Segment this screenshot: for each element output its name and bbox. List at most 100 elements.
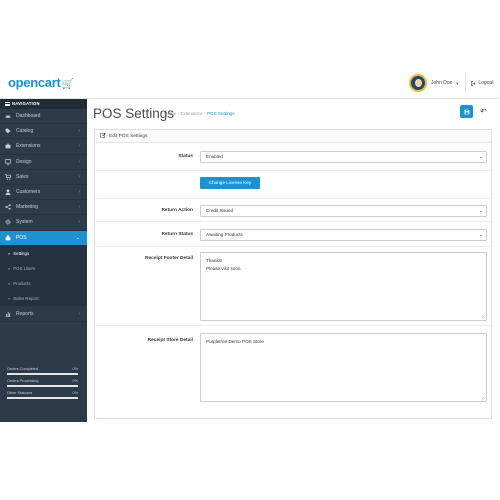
sidebar-item-label: System xyxy=(16,219,33,226)
page-title: POS Settings xyxy=(93,106,175,121)
submenu-label: Sales Report xyxy=(13,296,39,302)
monitor-icon xyxy=(5,158,11,165)
status-label: Status xyxy=(178,154,193,159)
page-actions: ↶ xyxy=(460,105,490,118)
breadcrumb-home[interactable]: Home xyxy=(164,111,176,116)
puzzle-icon xyxy=(5,143,11,149)
user-icon xyxy=(5,189,11,196)
save-icon xyxy=(464,109,469,114)
top-header: opencart🛒 John Doe ▼ Logout xyxy=(0,66,500,99)
caret-down-icon[interactable]: ▼ xyxy=(455,81,459,86)
resize-grip-icon[interactable] xyxy=(480,395,485,400)
stat-progress-bar xyxy=(7,397,78,399)
sidebar-item-label: Marketing xyxy=(16,204,38,211)
breadcrumb-extensions[interactable]: Extensions xyxy=(180,111,202,116)
stat-value: 0% xyxy=(72,391,79,395)
header-divider xyxy=(465,73,467,93)
bars-icon xyxy=(5,101,10,107)
return-status-value: Awaiting Products xyxy=(206,232,243,237)
sidebar-item-pos[interactable]: POS ⌄ xyxy=(0,230,87,246)
sidebar-item-design[interactable]: Design › xyxy=(0,155,87,170)
sidebar-item-reports[interactable]: Reports › xyxy=(0,306,87,322)
chevron-right-icon: › xyxy=(78,173,80,180)
receipt-footer-label: Receipt Footer Detail xyxy=(145,256,193,261)
tag-icon xyxy=(5,128,11,134)
return-action-label: Return Action xyxy=(161,208,193,213)
opencart-logo[interactable]: opencart🛒 xyxy=(8,75,74,90)
chevron-right-icon: › xyxy=(78,189,80,196)
bullet-icon: » xyxy=(8,250,11,256)
textarea-line: Purpletree Demo POS Store xyxy=(206,339,264,344)
chevron-down-icon: ⌄ xyxy=(478,154,483,160)
back-button[interactable]: ↶ xyxy=(477,105,490,118)
submenu-item-pos-users[interactable]: » POS Users xyxy=(0,261,87,276)
settings-panel: Edit POS Settings Status Enabled ⌄ Chang… xyxy=(94,129,492,419)
chevron-right-icon: › xyxy=(78,204,80,211)
app-window: opencart🛒 John Doe ▼ Logout NAVIGATION D… xyxy=(0,66,500,422)
receipt-store-textarea[interactable]: Purpletree Demo POS Store xyxy=(200,333,487,402)
sidebar-item-label: Catalog xyxy=(16,128,34,135)
form-row-return-action: Return Action Credit Issued ⌄ xyxy=(95,199,491,222)
signout-icon xyxy=(471,80,476,86)
submenu-item-settings[interactable]: » Settings xyxy=(0,246,87,261)
resize-grip-icon[interactable] xyxy=(480,314,485,319)
change-license-key-button[interactable]: Change License Key xyxy=(200,177,260,189)
status-select[interactable]: Enabled ⌄ xyxy=(200,151,487,163)
pos-submenu: » Settings » POS Users » Products » Sale… xyxy=(0,245,87,307)
chevron-down-icon: ⌄ xyxy=(478,232,483,238)
textarea-line: Please visit soon. xyxy=(206,266,242,271)
form-row-status: Status Enabled ⌄ xyxy=(95,143,491,171)
user-area: John Doe ▼ Logout xyxy=(409,73,494,93)
chevron-right-icon: › xyxy=(78,158,80,165)
status-select-value: Enabled xyxy=(206,154,223,159)
submenu-item-sales-report[interactable]: » Sales Report xyxy=(0,291,87,306)
receipt-footer-textarea[interactable]: Thanks! Please visit soon. xyxy=(200,252,487,321)
form-row-return-status: Return Status Awaiting Products ⌄ xyxy=(95,222,491,247)
return-status-label: Return Status xyxy=(161,232,193,237)
return-action-select[interactable]: Credit Issued ⌄ xyxy=(200,205,487,217)
sidebar-item-label: Customers xyxy=(16,189,41,196)
stat-label: Other Statuses xyxy=(7,391,33,395)
logout-label: Logout xyxy=(478,80,494,86)
sidebar: NAVIGATION Dashboard Catalog › Extension… xyxy=(0,99,87,422)
sidebar-item-dashboard[interactable]: Dashboard xyxy=(0,109,87,125)
user-name[interactable]: John Doe xyxy=(431,80,452,86)
sidebar-item-marketing[interactable]: Marketing › xyxy=(0,200,87,216)
form-row-receipt-footer: Receipt Footer Detail Thanks! Please vis… xyxy=(95,247,491,326)
stat-label: Orders Processing xyxy=(7,379,39,383)
sidebar-item-label: Sales xyxy=(16,173,29,180)
stat-progress-bar xyxy=(7,385,78,387)
sidebar-item-label: Design xyxy=(16,158,32,165)
save-button[interactable] xyxy=(460,105,473,118)
breadcrumb: Home › Extensions › POS Settings xyxy=(164,111,235,116)
stat-progress-bar xyxy=(7,373,78,375)
reply-icon: ↶ xyxy=(480,107,487,116)
sidebar-item-customers[interactable]: Customers › xyxy=(0,185,87,201)
sidebar-item-catalog[interactable]: Catalog › xyxy=(0,124,87,140)
form-row-license: Change License Key xyxy=(95,171,491,199)
sidebar-item-system[interactable]: System › xyxy=(0,215,87,231)
stat-orders-completed: Orders Completed 0% xyxy=(7,367,78,375)
breadcrumb-current[interactable]: POS Settings xyxy=(207,111,235,116)
chevron-right-icon: › xyxy=(78,128,80,135)
sidebar-item-label: Reports xyxy=(16,310,34,317)
logout-button[interactable]: Logout xyxy=(471,80,494,86)
submenu-label: Products xyxy=(13,281,31,287)
bar-chart-icon xyxy=(5,311,11,317)
sidebar-item-sales[interactable]: Sales › xyxy=(0,170,87,185)
submenu-item-products[interactable]: » Products xyxy=(0,276,87,291)
return-status-select[interactable]: Awaiting Products ⌄ xyxy=(200,229,487,241)
main-content: POS Settings Home › Extensions › POS Set… xyxy=(87,99,500,422)
sidebar-item-extensions[interactable]: Extensions › xyxy=(0,139,87,155)
return-action-value: Credit Issued xyxy=(206,208,234,213)
chevron-right-icon: › xyxy=(78,143,80,150)
stat-other-statuses: Other Statuses 0% xyxy=(7,391,78,399)
pencil-icon xyxy=(100,132,106,140)
stat-value: 0% xyxy=(72,379,79,383)
avatar[interactable] xyxy=(409,74,427,92)
gear-icon xyxy=(5,219,11,225)
dashboard-icon xyxy=(5,113,11,119)
textarea-line: Thanks! xyxy=(206,258,223,263)
cart-icon xyxy=(5,174,11,180)
share-icon xyxy=(5,204,11,210)
